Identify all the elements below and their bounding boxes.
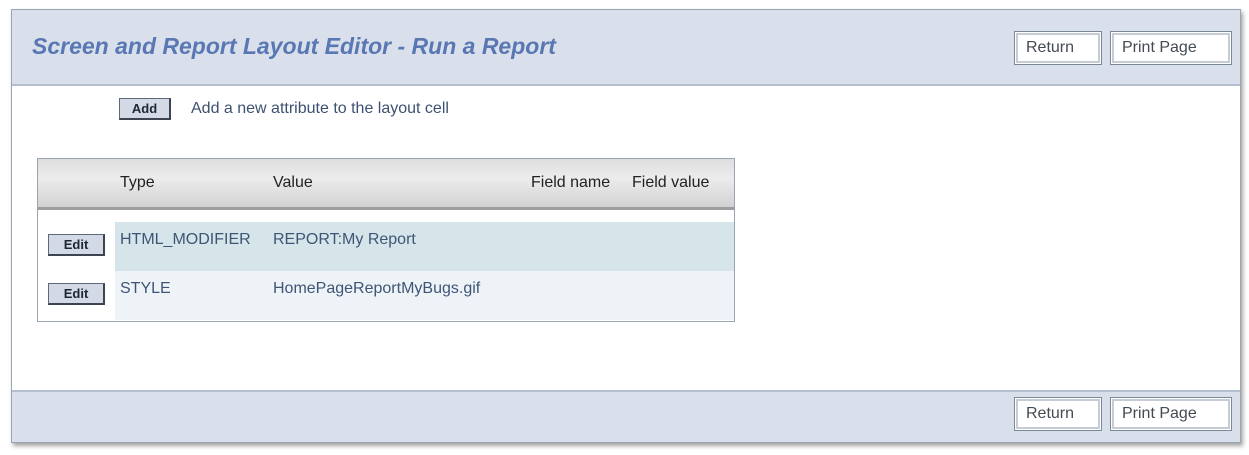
- row-cells: HTML_MODIFIER REPORT:My Report: [115, 222, 734, 271]
- bottom-button-group: Return Print Page: [1014, 397, 1232, 431]
- row-cells: STYLE HomePageReportMyBugs.gif: [115, 271, 734, 320]
- attributes-table: Type Value Field name Field value Edit H…: [37, 158, 735, 322]
- edit-button[interactable]: Edit: [48, 283, 105, 305]
- cell-value: REPORT:My Report: [273, 231, 416, 248]
- column-header-field-value: Field value: [632, 174, 710, 191]
- table-row: Edit HTML_MODIFIER REPORT:My Report: [38, 222, 734, 271]
- print-page-button-bottom[interactable]: Print Page: [1110, 397, 1232, 431]
- column-header-field-name: Field name: [531, 174, 611, 191]
- page-title: Screen and Report Layout Editor - Run a …: [32, 33, 556, 59]
- table-header: Type Value Field name Field value: [38, 159, 734, 210]
- add-description: Add a new attribute to the layout cell: [191, 100, 449, 117]
- add-button[interactable]: Add: [119, 98, 171, 120]
- cell-value: HomePageReportMyBugs.gif: [273, 280, 481, 297]
- cell-type: HTML_MODIFIER: [120, 231, 251, 248]
- column-header-value: Value: [273, 174, 313, 191]
- print-page-button-top[interactable]: Print Page: [1110, 31, 1232, 65]
- column-header-type: Type: [120, 174, 155, 191]
- layout-editor-panel: Screen and Report Layout Editor - Run a …: [11, 9, 1241, 443]
- return-button-top[interactable]: Return: [1014, 31, 1102, 65]
- add-attribute-row: Add Add a new attribute to the layout ce…: [119, 98, 449, 120]
- cell-type: STYLE: [120, 280, 171, 297]
- table-row: Edit STYLE HomePageReportMyBugs.gif: [38, 271, 734, 320]
- header-bar: Screen and Report Layout Editor - Run a …: [12, 10, 1240, 86]
- edit-button[interactable]: Edit: [48, 234, 105, 256]
- return-button-bottom[interactable]: Return: [1014, 397, 1102, 431]
- top-button-group: Return Print Page: [1014, 31, 1232, 65]
